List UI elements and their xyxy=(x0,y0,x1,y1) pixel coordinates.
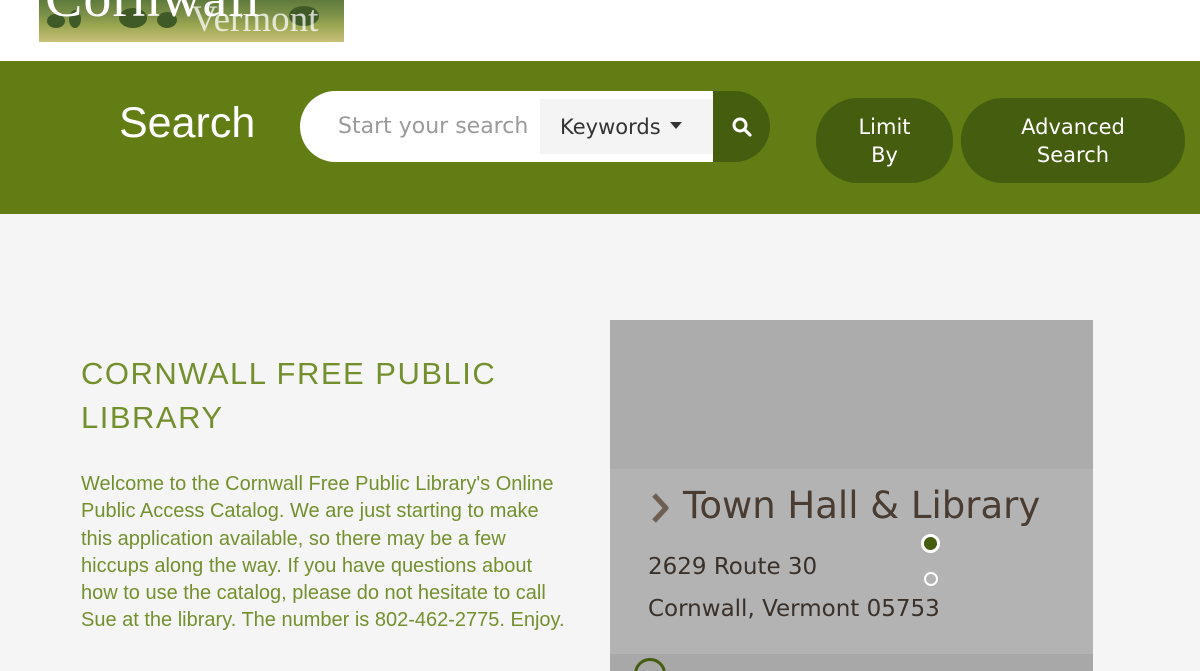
location-image xyxy=(610,320,1093,469)
search-bar: Search Keywords Limit By Advanced Search xyxy=(0,61,1200,214)
limit-by-button[interactable]: Limit By xyxy=(816,98,953,183)
cornwall-logo[interactable]: Cornwall Vermont xyxy=(39,0,344,42)
carousel-dot[interactable] xyxy=(924,572,938,586)
search-input[interactable] xyxy=(300,91,540,162)
library-title: CORNWALL FREE PUBLIC LIBRARY xyxy=(81,356,497,435)
caret-down-icon xyxy=(670,122,682,129)
welcome-text: Welcome to the Cornwall Free Public Libr… xyxy=(81,473,565,632)
chevron-right-icon xyxy=(652,493,669,523)
advanced-search-label: Advanced Search xyxy=(1021,114,1125,167)
search-title: Search xyxy=(119,99,256,147)
address-line-1: 2629 Route 30 xyxy=(648,554,818,580)
search-box: Keywords xyxy=(300,91,770,162)
search-type-selected: Keywords xyxy=(540,99,713,154)
search-type-dropdown[interactable]: Keywords xyxy=(540,91,713,162)
logo-state-text: Vermont xyxy=(191,0,319,40)
panel-footer xyxy=(610,654,1093,671)
location-panel: Town Hall & Library 2629 Route 30 Cornwa… xyxy=(610,320,1093,671)
location-heading[interactable]: Town Hall & Library xyxy=(683,484,1040,527)
limit-by-label: Limit By xyxy=(858,114,911,167)
search-button[interactable] xyxy=(713,91,770,162)
site-header: Cornwall Vermont xyxy=(0,0,1200,61)
search-icon xyxy=(732,117,752,137)
carousel-dot-active[interactable] xyxy=(921,534,940,553)
advanced-search-button[interactable]: Advanced Search xyxy=(961,98,1185,183)
address-line-2: Cornwall, Vermont 05753 xyxy=(648,596,940,622)
